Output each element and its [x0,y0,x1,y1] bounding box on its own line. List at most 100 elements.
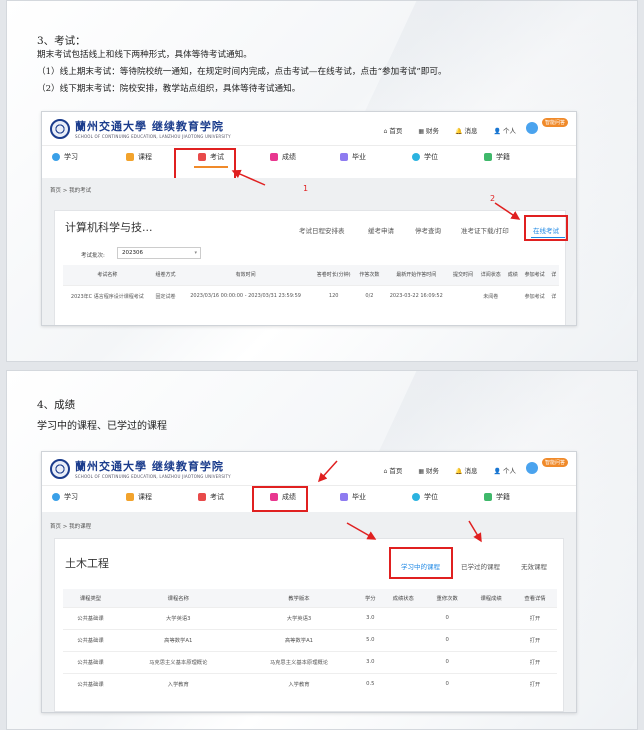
row-action-link[interactable]: 打开 [513,628,557,651]
user-icon: 👤 [493,128,501,135]
annotation-number-2: 2 [490,194,496,203]
top-link-finance[interactable]: ▦ 财务 [418,465,439,475]
row-action-link[interactable]: 参加考试 [520,284,549,307]
graduation-icon [340,153,348,161]
logo-subtitle: SCHOOL OF CONTINUING EDUCATION, LANZHOU … [75,474,231,479]
user-icon: 👤 [493,468,501,475]
nav-courses[interactable]: 课程 [126,152,152,162]
table-cell: 固定试卷 [151,284,180,307]
column-header: 课程名称 [117,589,239,607]
tab-exam-schedule[interactable]: 考试日程安排表 [299,225,345,235]
degree-icon [412,493,420,501]
table-cell: 详 [548,284,559,307]
table-row: 公共基础课 马克思主义基本原理概论 马克思主义基本原理概论 3.0 0 打开 [63,650,557,673]
table-cell: 0.5 [359,672,382,695]
exam-table: 考试名称 组卷方式 有效时间 答卷时长(分钟) 作答次数 最新开始作答时间 提交时间 详阅状态… [63,265,559,307]
tab-deferral[interactable]: 缓考申请 [368,225,394,235]
column-header: 最新开始作答时间 [383,265,450,285]
tab-invalid-courses[interactable]: 无效课程 [521,561,547,571]
top-link-home[interactable]: ⌂ 首页 [384,125,403,135]
table-cell: 5.0 [359,628,382,651]
nav-graduation[interactable]: 毕业 [340,492,366,502]
annotation-number-1: 1 [303,184,309,193]
top-link-home[interactable]: ⌂ 首页 [384,465,403,475]
finance-icon: ▦ [418,468,425,475]
degree-icon [412,153,420,161]
online-exam-highlight-box [524,215,568,241]
table-cell: 0/2 [355,284,384,307]
top-link-profile[interactable]: 👤 个人 [494,125,516,135]
table-cell: 大学英语3 [117,606,239,629]
table-cell: 0 [425,672,470,695]
courses-panel: 土木工程 学习中的课程 已学过的课程 无效课程 课程类型 课程名称 教学版本 学分 成绩… [54,538,564,712]
table-cell: 3.0 [359,606,382,629]
table-cell [469,672,514,695]
table-cell: 120 [311,284,356,307]
table-cell: 公共基础课 [63,650,118,673]
help-assistant-button[interactable]: 智能问答 [524,116,568,136]
column-header: 成绩 [504,265,521,285]
university-logo: 蘭州交通大學 继续教育学院 SCHOOL OF CONTINUING EDUCA… [50,458,231,479]
study-icon [52,153,60,161]
nav-graduation[interactable]: 毕业 [340,152,366,162]
column-header: 学分 [359,589,382,607]
table-cell [469,606,514,629]
row-action-link[interactable]: 打开 [513,672,557,695]
top-link-messages[interactable]: 🔔 消息 [455,465,477,475]
nav-degree[interactable]: 学位 [412,492,438,502]
exam-batch-select[interactable]: 202306 ▾ [117,247,201,259]
column-header: 查看详情 [513,589,557,607]
home-icon: ⌂ [383,468,388,475]
nav-enrollment[interactable]: 学籍 [484,152,510,162]
grades-highlight-box [252,486,308,512]
table-row: 公共基础课 大学英语3 大学英语3 3.0 0 打开 [63,606,557,629]
column-header: 提交时间 [449,265,477,285]
section-3-heading: 3、考试： [37,35,86,47]
column-header: 课程成绩 [469,589,514,607]
top-link-messages[interactable]: 🔔 消息 [455,125,477,135]
nav-grades[interactable]: 成绩 [270,152,296,162]
nav-enrollment[interactable]: 学籍 [484,492,510,502]
table-cell [381,672,426,695]
nav-degree[interactable]: 学位 [412,152,438,162]
grades-icon [270,153,278,161]
top-link-profile[interactable]: 👤 个人 [494,465,516,475]
column-header: 组卷方式 [151,265,180,285]
table-cell: 0 [425,628,470,651]
top-link-finance[interactable]: ▦ 财务 [418,125,439,135]
table-cell [504,284,521,307]
tab-suspension[interactable]: 停考查询 [415,225,441,235]
nav-study[interactable]: 学习 [52,152,78,162]
nav-courses[interactable]: 课程 [126,492,152,502]
content-area: 首页 > 我的考试 计算机科学与技... 考试日程安排表 缓考申请 停考查询 准… [42,178,576,325]
logo-title: 蘭州交通大學 继续教育学院 [75,120,224,133]
row-action-link[interactable]: 打开 [513,650,557,673]
exam-page-screenshot: 蘭州交通大學 继续教育学院 SCHOOL OF CONTINUING EDUCA… [41,111,577,326]
logo-title: 蘭州交通大學 继续教育学院 [75,460,224,473]
chevron-down-icon: ▾ [194,250,197,256]
enrollment-icon [484,493,492,501]
tab-admission-ticket[interactable]: 准考证下载/打印 [461,225,509,235]
table-cell: 公共基础课 [63,606,118,629]
major-title: 土木工程 [65,557,109,570]
table-cell: 公共基础课 [63,628,118,651]
robot-icon [526,462,538,474]
university-seal-icon [50,458,70,479]
nav-exam[interactable]: 考试 [198,492,224,502]
help-assistant-button[interactable]: 智能问答 [524,456,568,476]
portal-header: 蘭州交通大學 继续教育学院 SCHOOL OF CONTINUING EDUCA… [42,452,576,486]
column-header: 作答次数 [355,265,384,285]
university-seal-icon [50,118,70,139]
university-logo: 蘭州交通大學 继续教育学院 SCHOOL OF CONTINUING EDUCA… [50,118,231,139]
tab-completed-courses[interactable]: 已学过的课程 [461,561,500,571]
row-action-link[interactable]: 打开 [513,606,557,629]
graduation-icon [340,493,348,501]
logo-subtitle: SCHOOL OF CONTINUING EDUCATION, LANZHOU … [75,134,231,139]
nav-study[interactable]: 学习 [52,492,78,502]
table-row: 公共基础课 高等数学A1 高等数学A1 5.0 0 打开 [63,628,557,651]
table-row: 公共基础课 入学教育 入学教育 0.5 0 打开 [63,672,557,695]
home-icon: ⌂ [383,128,388,135]
bell-icon: 🔔 [455,128,463,135]
exam-batch-label: 考试批次: [81,253,105,259]
finance-icon: ▦ [418,128,425,135]
